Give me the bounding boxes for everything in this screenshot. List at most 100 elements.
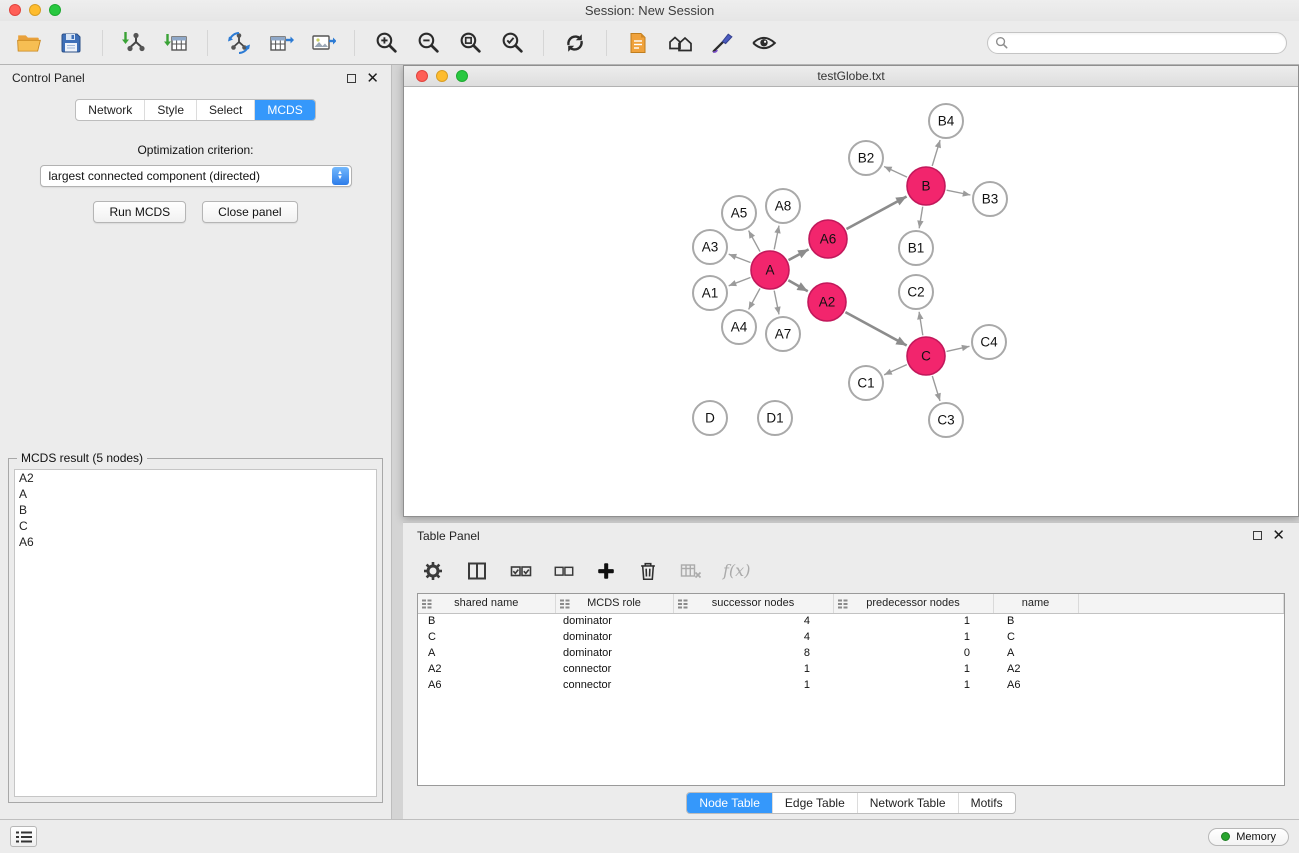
network-view-window[interactable]: testGlobe.txt B4 B2 B B3 A8 A5 A6 A3 B1 A C2 A1 A2 A4… [403, 65, 1299, 517]
node-B1[interactable]: B1 [899, 231, 933, 265]
close-window-button[interactable] [9, 4, 21, 16]
tab-network-table[interactable]: Network Table [857, 793, 958, 813]
edge-C-C1[interactable] [884, 365, 907, 375]
export-image-button[interactable] [306, 26, 340, 60]
node-A7[interactable]: A7 [766, 317, 800, 351]
edge-A-A4[interactable] [749, 288, 760, 309]
zoom-in-button[interactable] [369, 26, 403, 60]
zoom-network-button[interactable] [456, 70, 468, 82]
column-header-shared-name[interactable]: shared name [418, 594, 555, 613]
tab-node-table[interactable]: Node Table [687, 793, 772, 813]
tab-motifs[interactable]: Motifs [958, 793, 1015, 813]
tab-select[interactable]: Select [196, 100, 254, 120]
close-network-button[interactable] [416, 70, 428, 82]
zoom-selected-button[interactable] [495, 26, 529, 60]
optimization-criterion-select[interactable]: largest connected component (directed) ▲… [40, 165, 352, 187]
node-A[interactable]: A [751, 251, 789, 289]
show-panels-list-button[interactable] [10, 826, 37, 847]
node-B2[interactable]: B2 [849, 141, 883, 175]
table-settings-button[interactable] [421, 559, 445, 583]
network-canvas[interactable]: B4 B2 B B3 A8 A5 A6 A3 B1 A C2 A1 A2 A4 A7 C4 C C1 C3 D D1 [404, 87, 1298, 516]
edge-A-A5[interactable] [749, 231, 760, 252]
refresh-view-button[interactable] [558, 26, 592, 60]
zoom-fit-button[interactable] [453, 26, 487, 60]
edge-A-A7[interactable] [774, 291, 779, 315]
mcds-result-list[interactable]: A2ABCA6 [14, 469, 377, 797]
node-C4[interactable]: C4 [972, 325, 1006, 359]
apply-style-button[interactable] [705, 26, 739, 60]
node-B[interactable]: B [907, 167, 945, 205]
node-D1[interactable]: D1 [758, 401, 792, 435]
edge-A-A1[interactable] [729, 278, 751, 286]
edge-C-C2[interactable] [919, 312, 923, 336]
node-C3[interactable]: C3 [929, 403, 963, 437]
table-row[interactable]: A6connector11A6 [418, 677, 1284, 693]
split-column-button[interactable] [465, 559, 489, 583]
node-A5[interactable]: A5 [722, 196, 756, 230]
node-D[interactable]: D [693, 401, 727, 435]
minimize-network-button[interactable] [436, 70, 448, 82]
edge-C-C3[interactable] [932, 376, 940, 401]
node-C2[interactable]: C2 [899, 275, 933, 309]
edge-A-A8[interactable] [774, 226, 779, 250]
tab-network[interactable]: Network [76, 100, 144, 120]
node-A8[interactable]: A8 [766, 189, 800, 223]
close-panel-button[interactable]: Close panel [202, 201, 297, 223]
network-graph[interactable]: B4 B2 B B3 A8 A5 A6 A3 B1 A C2 A1 A2 A4 A7 C4 C C1 C3 D D1 [404, 87, 1297, 516]
run-mcds-button[interactable]: Run MCDS [93, 201, 186, 223]
mcds-result-item[interactable]: A6 [15, 534, 376, 550]
float-table-panel-button[interactable] [1253, 531, 1262, 540]
node-C1[interactable]: C1 [849, 366, 883, 400]
mcds-result-item[interactable]: B [15, 502, 376, 518]
node-B4[interactable]: B4 [929, 104, 963, 138]
deselect-all-button[interactable] [553, 560, 575, 582]
edge-C-C4[interactable] [947, 346, 970, 351]
column-header-name[interactable]: name [993, 594, 1078, 613]
edge-A6-B[interactable] [847, 197, 907, 230]
close-table-panel-icon[interactable]: ✕ [1272, 528, 1285, 543]
search-input[interactable] [1012, 36, 1279, 50]
float-panel-button[interactable] [347, 74, 356, 83]
open-file-button[interactable] [12, 26, 46, 60]
column-header-predecessor-nodes[interactable]: predecessor nodes [833, 594, 993, 613]
table-row[interactable]: A2connector11A2 [418, 661, 1284, 677]
edge-A-A2[interactable] [788, 280, 808, 291]
close-panel-icon[interactable]: ✕ [366, 71, 379, 86]
tab-style[interactable]: Style [144, 100, 196, 120]
edge-B-B2[interactable] [884, 167, 907, 178]
node-B3[interactable]: B3 [973, 182, 1007, 216]
network-window-titlebar[interactable]: testGlobe.txt [404, 66, 1298, 87]
function-builder-button[interactable]: f(x) [723, 561, 750, 580]
import-network-button[interactable] [117, 26, 151, 60]
search-field[interactable] [987, 32, 1287, 54]
tab-edge-table[interactable]: Edge Table [772, 793, 857, 813]
open-recent-session-button[interactable] [621, 26, 655, 60]
node-A1[interactable]: A1 [693, 276, 727, 310]
table-row[interactable]: Cdominator41C [418, 629, 1284, 645]
save-session-button[interactable] [54, 26, 88, 60]
select-all-button[interactable] [509, 559, 533, 583]
show-hide-graphics-button[interactable] [747, 26, 781, 60]
delete-column-button[interactable] [637, 560, 659, 582]
tab-mcds[interactable]: MCDS [254, 100, 314, 120]
import-table-button[interactable] [159, 26, 193, 60]
add-column-button[interactable] [595, 560, 617, 582]
node-A3[interactable]: A3 [693, 230, 727, 264]
memory-button[interactable]: Memory [1208, 828, 1289, 846]
edge-A2-C[interactable] [845, 312, 906, 345]
edge-A-A6[interactable] [789, 249, 809, 260]
window-titlebar[interactable]: Session: New Session [0, 0, 1299, 21]
node-table-container[interactable]: shared name MCDS role successor nodes pr… [417, 593, 1285, 786]
edge-A-A3[interactable] [729, 254, 751, 262]
node-A4[interactable]: A4 [722, 310, 756, 344]
node-A2[interactable]: A2 [808, 283, 846, 321]
node-C[interactable]: C [907, 337, 945, 375]
mcds-result-item[interactable]: C [15, 518, 376, 534]
node-A6[interactable]: A6 [809, 220, 847, 258]
export-network-button[interactable] [222, 26, 256, 60]
mcds-result-item[interactable]: A2 [15, 470, 376, 486]
minimize-window-button[interactable] [29, 4, 41, 16]
edge-B-B4[interactable] [932, 140, 940, 166]
edge-B-B1[interactable] [919, 207, 923, 229]
column-header-mcds-role[interactable]: MCDS role [555, 594, 673, 613]
